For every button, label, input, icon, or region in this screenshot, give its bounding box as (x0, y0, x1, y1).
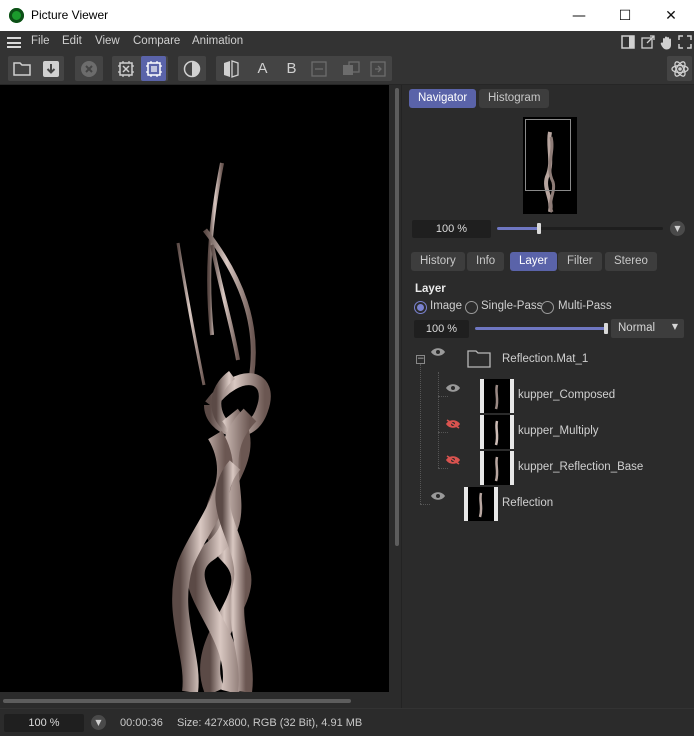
set-a-button[interactable]: A (250, 56, 275, 81)
layer-thumbnail (464, 487, 498, 521)
tab-info[interactable]: Info (467, 252, 505, 271)
mode-single-pass-label[interactable]: Single-Pass (481, 300, 542, 312)
status-zoom-chevron-icon[interactable]: ▼ (91, 715, 106, 730)
mode-image-label[interactable]: Image (430, 300, 462, 312)
viewport-horizontal-scrollbar[interactable] (3, 699, 351, 703)
navigator-zoom-slider-knob[interactable] (536, 223, 541, 234)
layer-section-title: Layer (415, 283, 446, 295)
ab-compare-icon[interactable] (218, 56, 243, 81)
open-folder-icon[interactable] (9, 56, 34, 81)
atom-settings-icon[interactable] (667, 56, 692, 81)
mode-image-radio[interactable] (414, 301, 427, 314)
tree-guide-child-1 (438, 396, 448, 397)
tree-guide-root (420, 364, 421, 504)
menu-animation[interactable]: Animation (192, 35, 243, 47)
export-layer-icon[interactable] (365, 56, 390, 81)
hamburger-menu-icon[interactable] (7, 37, 21, 48)
collapse-icon[interactable]: − (416, 355, 425, 364)
layer-stack-icon[interactable] (338, 56, 363, 81)
visibility-eye-icon[interactable] (445, 383, 461, 393)
navigator-zoom-field[interactable]: 100 % (412, 220, 491, 238)
detach-window-icon[interactable] (640, 34, 656, 50)
close-button[interactable]: ✕ (648, 0, 694, 31)
layer-name[interactable]: kupper_Multiply (518, 425, 599, 437)
fullscreen-icon[interactable] (677, 34, 693, 50)
tab-histogram[interactable]: Histogram (479, 89, 550, 108)
minimize-button[interactable]: — (556, 0, 602, 31)
tab-filter[interactable]: Filter (558, 252, 602, 271)
render-viewport[interactable] (0, 85, 389, 692)
render-region-icon[interactable] (113, 56, 138, 81)
mode-multi-pass-radio[interactable] (541, 301, 554, 314)
layer-name[interactable]: Reflection (502, 497, 553, 509)
tree-guide-child-2 (438, 432, 448, 433)
stop-render-icon[interactable] (76, 56, 101, 81)
tree-guide-child-3 (438, 468, 448, 469)
layer-thumbnail (480, 451, 514, 485)
menu-file[interactable]: File (31, 35, 50, 47)
menu-compare[interactable]: Compare (133, 35, 180, 47)
menu-bar: File Edit View Compare Animation (0, 31, 694, 53)
visibility-eye-icon[interactable] (430, 491, 446, 501)
menu-view[interactable]: View (95, 35, 120, 47)
layer-opacity-slider-knob[interactable] (604, 323, 608, 334)
panel-divider[interactable] (401, 85, 402, 708)
layer-thumbnail (480, 379, 514, 413)
viewport-vertical-scrollbar[interactable] (395, 88, 399, 546)
swap-ab-icon[interactable] (306, 56, 331, 81)
hidden-eye-icon[interactable] (445, 419, 461, 429)
layer-opacity-slider-fill (475, 327, 606, 330)
layer-thumbnail (480, 415, 514, 449)
visibility-eye-icon[interactable] (430, 347, 446, 357)
status-image-info: Size: 427x800, RGB (32 Bit), 4.91 MB (177, 717, 363, 729)
save-download-icon[interactable] (38, 56, 63, 81)
cinema4d-app-icon (9, 8, 24, 23)
blend-mode-dropdown[interactable]: Normal ▼ (611, 319, 684, 338)
mode-single-pass-radio[interactable] (465, 301, 478, 314)
zoom-options-chevron-icon[interactable]: ▼ (670, 221, 685, 236)
panel-layout-icon[interactable] (620, 34, 636, 50)
rendered-image (172, 162, 271, 692)
title-bar: Picture Viewer — ☐ ✕ (0, 0, 694, 31)
tab-history[interactable]: History (411, 252, 465, 271)
layer-name[interactable]: kupper_Composed (518, 389, 615, 401)
tree-guide-folder (438, 372, 439, 468)
folder-icon (467, 350, 491, 368)
menu-edit[interactable]: Edit (62, 35, 82, 47)
navigator-view-frame[interactable] (525, 119, 571, 191)
window-title: Picture Viewer (31, 8, 109, 22)
hidden-eye-icon[interactable] (445, 455, 461, 465)
layer-folder-name[interactable]: Reflection.Mat_1 (502, 353, 588, 365)
toolbar: A B (0, 53, 694, 85)
render-view-icon[interactable] (141, 56, 166, 81)
layer-name[interactable]: kupper_Reflection_Base (518, 461, 643, 473)
status-zoom-field[interactable]: 100 % (4, 714, 84, 732)
tab-navigator[interactable]: Navigator (409, 89, 477, 108)
blend-mode-value: Normal (618, 322, 656, 334)
pan-hand-icon[interactable] (659, 34, 675, 50)
mode-multi-pass-label[interactable]: Multi-Pass (558, 300, 612, 312)
navigator-zoom-slider-fill (497, 227, 539, 230)
layer-opacity-field[interactable]: 100 % (414, 320, 469, 338)
chevron-down-icon: ▼ (671, 322, 678, 331)
status-render-time: 00:00:36 (120, 717, 163, 729)
set-b-button[interactable]: B (279, 56, 304, 81)
contrast-icon[interactable] (179, 56, 204, 81)
tree-guide-root-branch (420, 504, 430, 505)
tab-layer[interactable]: Layer (510, 252, 557, 271)
maximize-button[interactable]: ☐ (602, 0, 648, 31)
tab-stereo[interactable]: Stereo (605, 252, 657, 271)
